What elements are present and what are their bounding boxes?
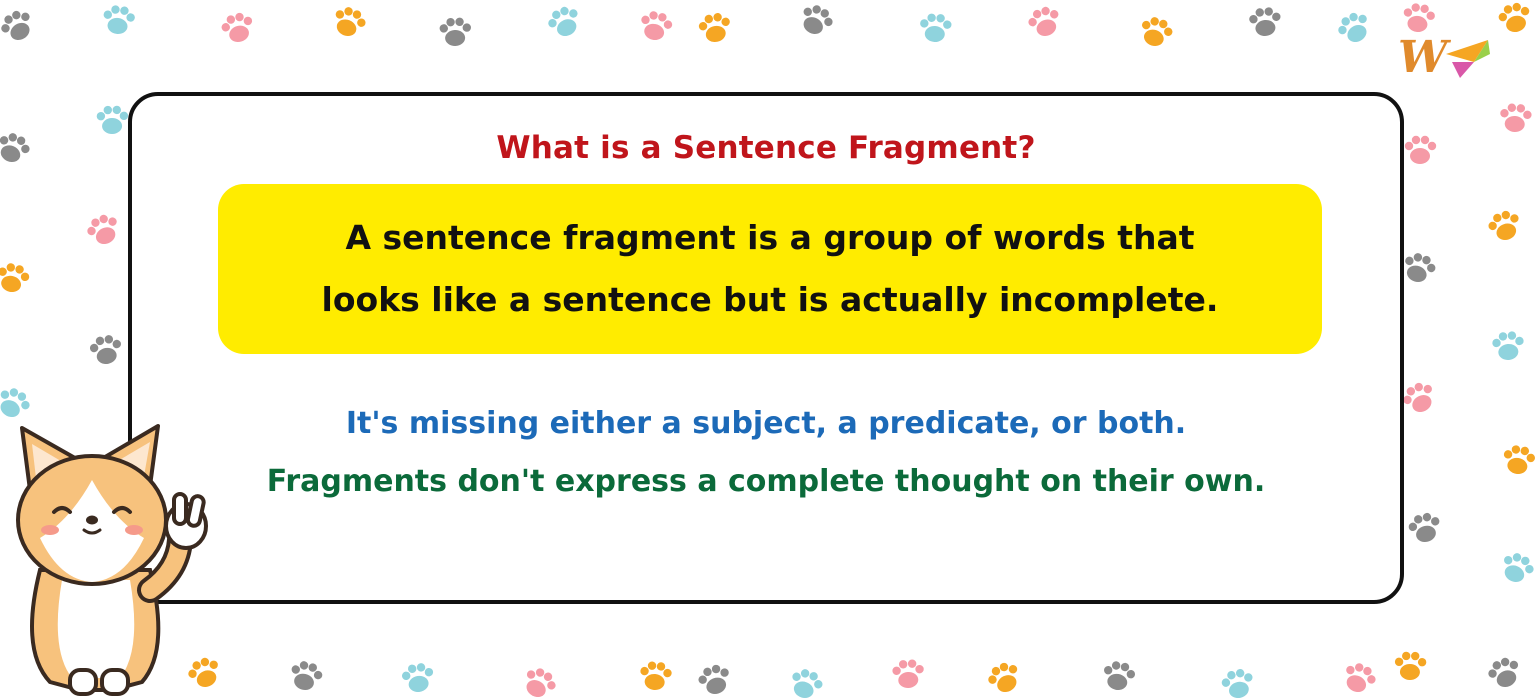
paw-print-icon bbox=[1346, 663, 1376, 693]
paw-print-icon bbox=[1403, 3, 1435, 33]
paw-print-icon bbox=[1142, 17, 1173, 47]
paw-print-icon bbox=[439, 17, 471, 47]
paw-print-icon bbox=[0, 388, 30, 418]
paw-print-icon bbox=[641, 11, 673, 41]
paw-print-icon bbox=[87, 214, 117, 245]
paw-print-icon bbox=[103, 5, 135, 35]
paw-print-icon bbox=[401, 663, 434, 693]
paw-print-icon bbox=[1394, 651, 1427, 681]
paw-print-icon bbox=[1500, 103, 1532, 133]
paw-print-icon bbox=[1503, 445, 1535, 475]
paw-print-icon bbox=[1492, 331, 1524, 361]
paw-print-icon bbox=[548, 6, 578, 37]
paw-print-icon bbox=[0, 133, 30, 163]
paw-print-icon bbox=[920, 13, 952, 43]
paw-print-icon bbox=[291, 661, 323, 691]
paw-print-icon bbox=[1488, 210, 1519, 241]
definition-card: What is a Sentence Fragment? A sentence … bbox=[128, 92, 1404, 604]
paw-print-icon bbox=[335, 7, 366, 37]
paw-print-icon bbox=[1, 10, 30, 41]
paw-print-icon bbox=[1403, 382, 1432, 413]
logo-flag-icon bbox=[1446, 40, 1490, 78]
definition-line-2: looks like a sentence but is actually in… bbox=[321, 280, 1219, 319]
paw-print-icon bbox=[1504, 553, 1534, 583]
corgi-mascot-icon bbox=[16, 424, 208, 696]
definition-box: A sentence fragment is a group of words … bbox=[218, 184, 1322, 354]
paw-print-icon bbox=[1404, 135, 1437, 164]
paw-print-icon bbox=[1405, 253, 1436, 283]
paw-print-icon bbox=[640, 661, 672, 691]
paw-print-icon bbox=[1104, 661, 1136, 691]
paw-print-icon bbox=[526, 668, 556, 698]
paw-print-icon bbox=[1338, 12, 1367, 43]
paw-print-icon bbox=[792, 669, 823, 699]
paw-print-icon bbox=[1488, 657, 1519, 688]
paw-print-icon bbox=[698, 664, 729, 695]
paw-print-icon bbox=[803, 5, 833, 35]
paw-print-icon bbox=[1249, 7, 1281, 37]
point-missing-parts: It's missing either a subject, a predica… bbox=[345, 406, 1187, 441]
paw-print-icon bbox=[1408, 512, 1440, 543]
paw-print-icon bbox=[96, 105, 129, 135]
point-incomplete-thought: Fragments don't express a complete thoug… bbox=[266, 464, 1266, 499]
paw-print-icon bbox=[89, 335, 121, 365]
paw-print-icon bbox=[698, 13, 730, 43]
card-title: What is a Sentence Fragment? bbox=[496, 130, 1036, 166]
paw-print-icon bbox=[892, 659, 924, 689]
paw-print-icon bbox=[1221, 668, 1253, 699]
paw-print-icon bbox=[221, 12, 253, 43]
paw-print-icon bbox=[1028, 6, 1059, 37]
paw-print-icon bbox=[988, 662, 1018, 693]
brand-logo: W bbox=[1398, 32, 1494, 84]
definition-line-1: A sentence fragment is a group of words … bbox=[345, 218, 1195, 257]
paw-print-icon bbox=[0, 263, 30, 293]
paw-print-icon bbox=[1498, 2, 1530, 33]
